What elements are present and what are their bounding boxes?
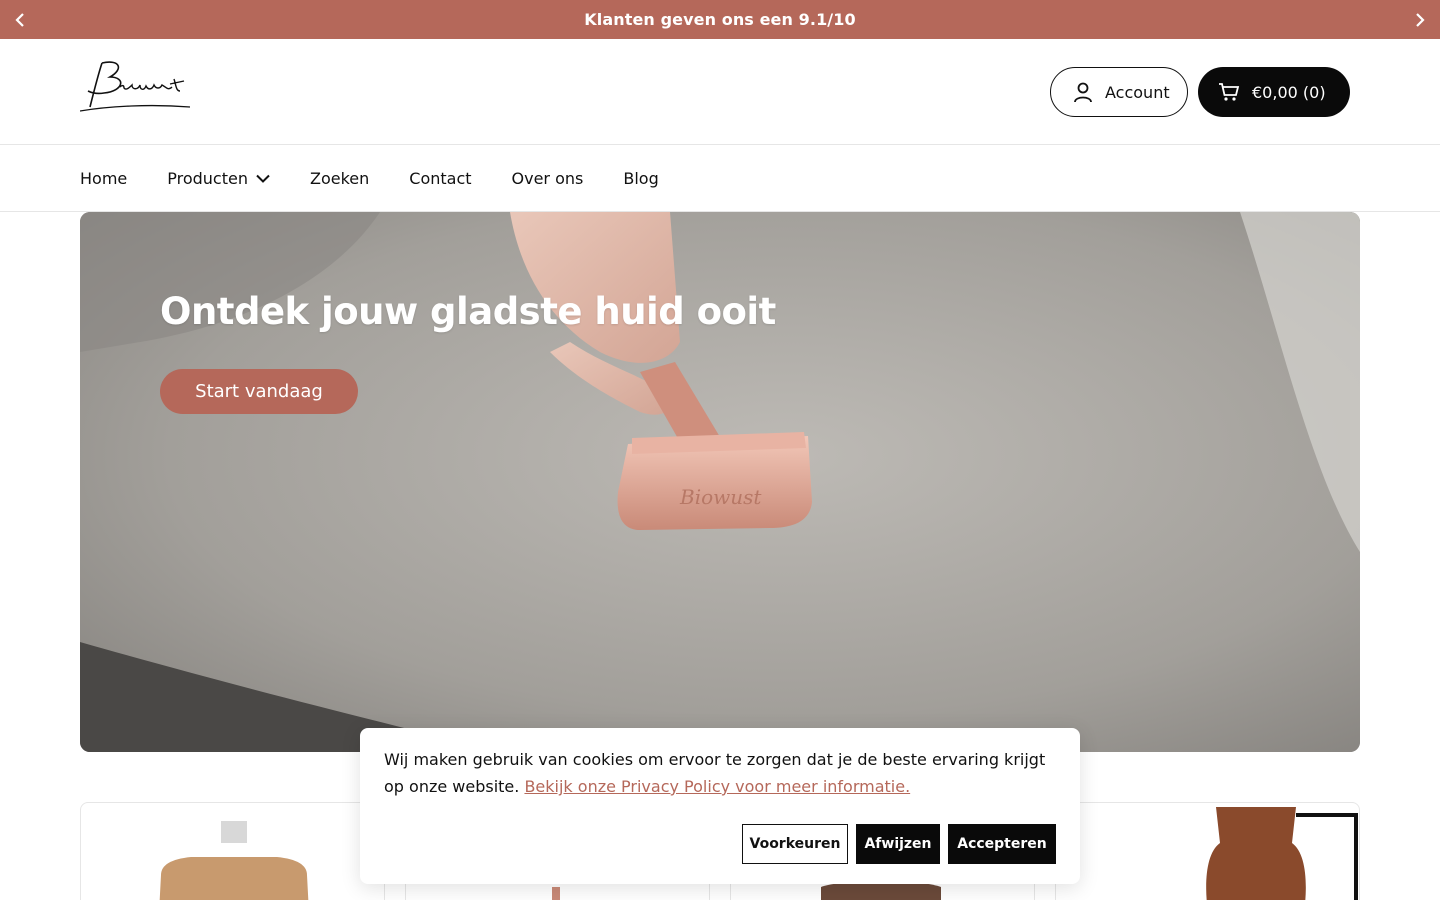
nav-item-home[interactable]: Home [80,169,127,188]
user-icon [1074,82,1092,103]
chevron-left-icon [15,12,24,27]
hero-title: Ontdek jouw gladste huid ooit [160,290,776,333]
reject-button[interactable]: Afwijzen [856,824,940,864]
account-button[interactable]: Account [1050,67,1188,117]
nav-item-zoeken[interactable]: Zoeken [310,169,369,188]
cookie-banner: Wij maken gebruik van cookies om ervoor … [360,728,1080,884]
product-card[interactable] [1055,802,1360,900]
chevron-down-icon [256,174,270,183]
nav-item-blog[interactable]: Blog [623,169,658,188]
accept-button[interactable]: Accepteren [948,824,1056,864]
chevron-right-icon [1416,12,1425,27]
cart-icon [1219,83,1240,101]
preferences-button[interactable]: Voorkeuren [742,824,848,864]
product-image [159,821,309,900]
main-navigation: Home Producten Zoeken Contact Over ons B… [0,145,1440,212]
cart-button[interactable]: €0,00 (0) [1198,67,1350,117]
product-image [1206,807,1358,900]
account-label: Account [1105,82,1170,102]
product-card[interactable] [80,802,385,900]
site-header: Account €0,00 (0) [0,39,1440,145]
announcement-message: Klanten geven ons een 9.1/10 [584,10,856,29]
brand-logo[interactable] [79,57,196,115]
announcement-prev-button[interactable] [0,0,40,39]
nav-item-over-ons[interactable]: Over ons [512,169,584,188]
privacy-policy-link[interactable]: Bekijk onze Privacy Policy voor meer inf… [524,777,910,796]
nav-item-producten[interactable]: Producten [167,169,270,188]
start-today-button[interactable]: Start vandaag [160,369,358,414]
announcement-next-button[interactable] [1400,0,1440,39]
svg-text:Biowust: Biowust [679,485,762,509]
hero-banner: Biowust Ontdek jouw gladste huid ooit St… [80,212,1360,752]
nav-item-contact[interactable]: Contact [409,169,471,188]
cart-total: €0,00 (0) [1252,82,1326,102]
announcement-bar: Klanten geven ons een 9.1/10 [0,0,1440,39]
cookie-message: Wij maken gebruik van cookies om ervoor … [384,750,1046,796]
